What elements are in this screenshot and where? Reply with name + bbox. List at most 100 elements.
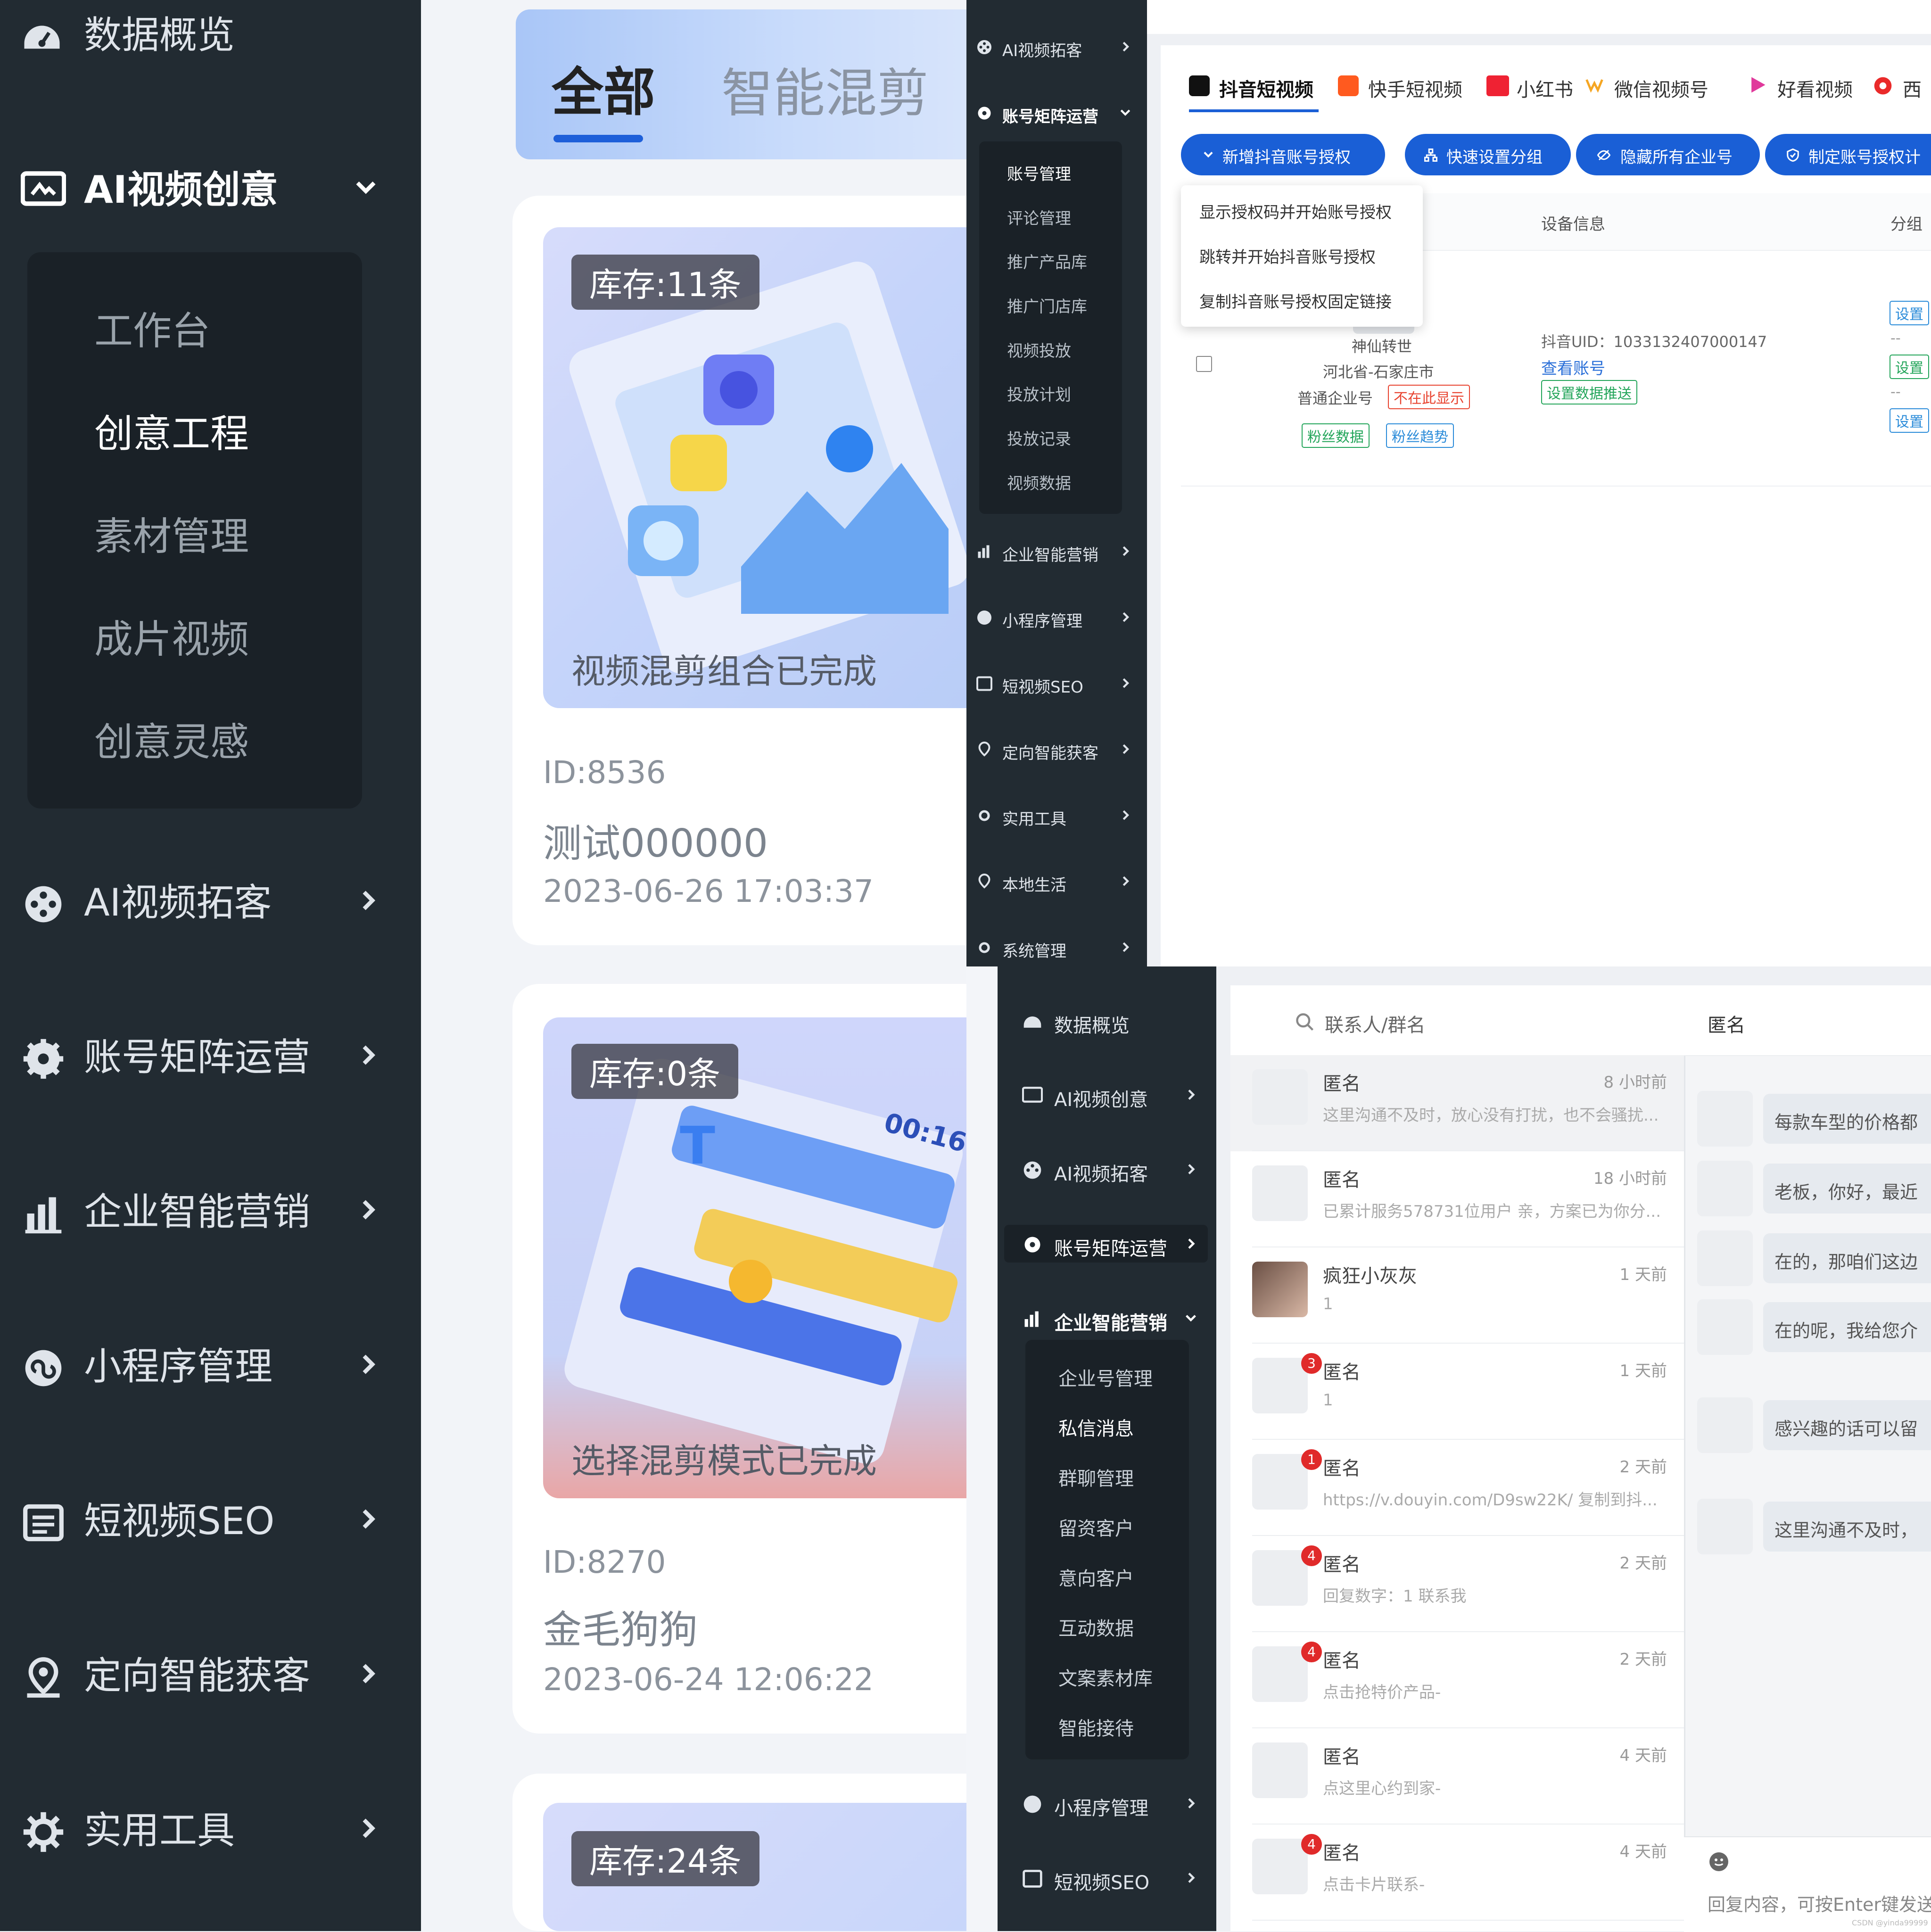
submenu-item-private-messages[interactable]: 私信消息 [1058, 1413, 1134, 1441]
conversation-preview: 回复数字：1 联系我 [1323, 1587, 1467, 1606]
sidebar-item-utilities[interactable]: 实用工具 [966, 801, 1147, 830]
sidebar-item-data-overview[interactable]: 数据概览 [998, 1002, 1216, 1040]
view-account-link[interactable]: 查看账号 [1541, 355, 1605, 379]
auth-plan-button[interactable]: 制定账号授权计 [1765, 134, 1931, 175]
fans-data-tag[interactable]: 粉丝数据 [1302, 423, 1370, 448]
sidebar-item-data-overview[interactable]: 数据概览 [0, 4, 421, 60]
sidebar-item-targeted-acquisition[interactable]: 定向智能获客 [966, 735, 1147, 764]
reply-input[interactable]: 回复内容，可按Enter键发送 [1708, 1890, 1931, 1916]
fans-trend-tag[interactable]: 粉丝趋势 [1386, 423, 1454, 448]
conversation-item[interactable]: 匿名 8 小时前 这里沟通不及时，放心没有打扰，也不会骚扰... [1230, 1055, 1684, 1151]
chevron-right-icon [1118, 874, 1132, 888]
sidebar-item-mini-program[interactable]: 小程序管理 [0, 1336, 421, 1393]
add-douyin-auth-button[interactable]: 新增抖音账号授权 [1181, 134, 1385, 175]
stock-badge: 库存:0条 [571, 1044, 739, 1099]
thumbnail-caption: 选择混剪模式已完成 [571, 1441, 877, 1481]
conversation-item[interactable]: 匿名 1 天前 1 3 [1230, 1344, 1684, 1440]
conversation-item[interactable]: 匿名 2 天前 点击抢特价产品- 4 [1230, 1632, 1684, 1728]
film-reel-icon [1022, 1160, 1043, 1181]
conversation-name: 匿名 [1323, 1746, 1361, 1768]
status-badge: 不在此显示 [1388, 385, 1470, 409]
submenu-item-product-library[interactable]: 推广产品库 [1007, 249, 1087, 272]
unread-badge: 4 [1301, 1642, 1322, 1662]
column-device-info: 设备信息 [1541, 215, 1605, 234]
sidebar-group-account-matrix[interactable]: 账号矩阵运营 [966, 99, 1147, 127]
sidebar-item-mini-program[interactable]: 小程序管理 [966, 603, 1147, 632]
sidebar-item-ai-video-outreach[interactable]: AI视频拓客 [0, 872, 421, 929]
emoji-icon[interactable] [1708, 1850, 1730, 1873]
sidebar-item-ai-video-outreach[interactable]: AI视频拓客 [966, 33, 1147, 61]
chevron-right-icon [354, 1505, 382, 1533]
message-bubble: 在的，那咱们这边 [1763, 1233, 1931, 1283]
sidebar-group-ai-video-creative[interactable]: AI视频创意 [0, 158, 421, 215]
gear-cluster-icon [976, 105, 993, 122]
sidebar-item-account-matrix[interactable]: 账号矩阵运营 [1004, 1225, 1208, 1263]
submenu-item-copy-library[interactable]: 文案素材库 [1058, 1663, 1153, 1691]
conversation-item[interactable]: 疯狂小灰灰 1 天前 1 [1230, 1247, 1684, 1344]
sender-avatar [1697, 1230, 1753, 1286]
row-checkbox[interactable] [1196, 356, 1212, 372]
reply-box[interactable]: 回复内容，可按Enter键发送 CSDN @yinda99999 [1684, 1836, 1931, 1932]
sidebar-item-account-matrix[interactable]: 账号矩阵运营 [0, 1027, 421, 1083]
chevron-down-icon [352, 173, 380, 202]
submenu-item-group-chat[interactable]: 群聊管理 [1058, 1463, 1134, 1491]
conversation-item[interactable]: 匿名 2 天前 回复数字：1 联系我 4 [1230, 1536, 1684, 1632]
submenu-item-video-placement[interactable]: 视频投放 [1007, 338, 1071, 361]
sidebar-item-targeted-acquisition[interactable]: 定向智能获客 [0, 1645, 421, 1702]
submenu-item-creative-project[interactable]: 创意工程 [94, 402, 249, 458]
submenu-item-placement-records[interactable]: 投放记录 [1007, 426, 1071, 449]
submenu-item-enterprise-accounts[interactable]: 企业号管理 [1058, 1363, 1153, 1391]
set-group-button[interactable]: 设置 [1890, 355, 1929, 379]
sidebar-item-utilities[interactable]: 实用工具 [0, 1800, 421, 1857]
conversation-item[interactable]: 匿名 4 天前 点这里心约到家- [1230, 1728, 1684, 1825]
submenu-item-finished-videos[interactable]: 成片视频 [94, 608, 249, 664]
submenu-item-lead-customers[interactable]: 留资客户 [1058, 1513, 1134, 1541]
set-group-button[interactable]: 设置 [1890, 301, 1929, 325]
sidebar-group-enterprise-marketing[interactable]: 企业智能营销 [998, 1299, 1216, 1337]
empty-value: -- [1890, 330, 1901, 347]
submenu-item-account-management[interactable]: 账号管理 [1007, 161, 1071, 184]
conversation-item[interactable]: 匿名 18 小时前 已累计服务578731位用户 亲，方案已为你分... [1230, 1151, 1684, 1247]
hide-enterprise-button[interactable]: 隐藏所有企业号 [1576, 134, 1760, 175]
sidebar-item-local-life[interactable]: 本地生活 [966, 867, 1147, 896]
submenu-item-interaction-data[interactable]: 互动数据 [1058, 1613, 1134, 1641]
conversation-item[interactable]: 匿名 2 天前 https://v.douyin.com/D9sw22K/ 复制到抖… [1230, 1440, 1684, 1536]
sidebar-item-short-video-seo[interactable]: 短视频SEO [0, 1491, 421, 1547]
search-input[interactable]: 联系人/群名 [1325, 1010, 1425, 1037]
quick-group-button[interactable]: 快速设置分组 [1405, 134, 1571, 175]
submenu-item-placement-plan[interactable]: 投放计划 [1007, 382, 1071, 405]
submenu-item-intent-customers[interactable]: 意向客户 [1058, 1563, 1134, 1591]
sidebar-item-mini-program[interactable]: 小程序管理 [998, 1784, 1216, 1822]
sidebar-item-ai-video-outreach[interactable]: AI视频拓客 [998, 1150, 1216, 1188]
sidebar-item-enterprise-marketing[interactable]: 企业智能营销 [966, 537, 1147, 566]
tab-smart-mix[interactable]: 智能混剪 [721, 51, 929, 126]
sidebar-item-short-video-seo[interactable]: 短视频SEO [998, 1859, 1216, 1897]
chevron-right-icon [1183, 1796, 1198, 1811]
sidebar-item-enterprise-marketing[interactable]: 企业智能营销 [0, 1181, 421, 1238]
active-tab-indicator [553, 135, 643, 142]
submenu-item-comment-management[interactable]: 评论管理 [1007, 206, 1071, 229]
sidebar-item-ai-video-creative[interactable]: AI视频创意 [998, 1076, 1216, 1114]
avatar [1252, 1646, 1308, 1702]
submenu-item-video-data[interactable]: 视频数据 [1007, 471, 1071, 494]
tab-all[interactable]: 全部 [552, 50, 655, 125]
set-group-button[interactable]: 设置 [1890, 408, 1929, 433]
eye-off-icon [1597, 148, 1611, 162]
submenu-item-smart-reception[interactable]: 智能接待 [1058, 1713, 1134, 1741]
sidebar-item-short-video-seo[interactable]: 短视频SEO [966, 669, 1147, 698]
submenu-item-material-management[interactable]: 素材管理 [94, 505, 249, 561]
chevron-right-icon [1118, 940, 1132, 954]
dropdown-item-jump-to-auth[interactable]: 跳转并开始抖音账号授权 [1199, 244, 1376, 267]
set-data-push-button[interactable]: 设置数据推送 [1541, 380, 1637, 405]
chevron-right-icon [1118, 676, 1132, 690]
chevron-right-icon [1183, 1087, 1198, 1102]
dropdown-item-show-auth-code[interactable]: 显示授权码并开始账号授权 [1199, 199, 1392, 223]
submenu-item-store-library[interactable]: 推广门店库 [1007, 294, 1087, 317]
account-name: 神仙转世 [1352, 338, 1412, 355]
conversation-item[interactable]: 匿名 4 天前 点击卡片联系- 4 [1230, 1825, 1684, 1921]
sidebar-item-system-management[interactable]: 系统管理 [966, 933, 1147, 962]
submenu-item-workbench[interactable]: 工作台 [94, 299, 210, 355]
conversation-preview: 已累计服务578731位用户 亲，方案已为你分... [1323, 1202, 1661, 1221]
dropdown-item-copy-auth-link[interactable]: 复制抖音账号授权固定链接 [1199, 289, 1392, 312]
submenu-item-creative-inspiration[interactable]: 创意灵感 [94, 710, 249, 767]
